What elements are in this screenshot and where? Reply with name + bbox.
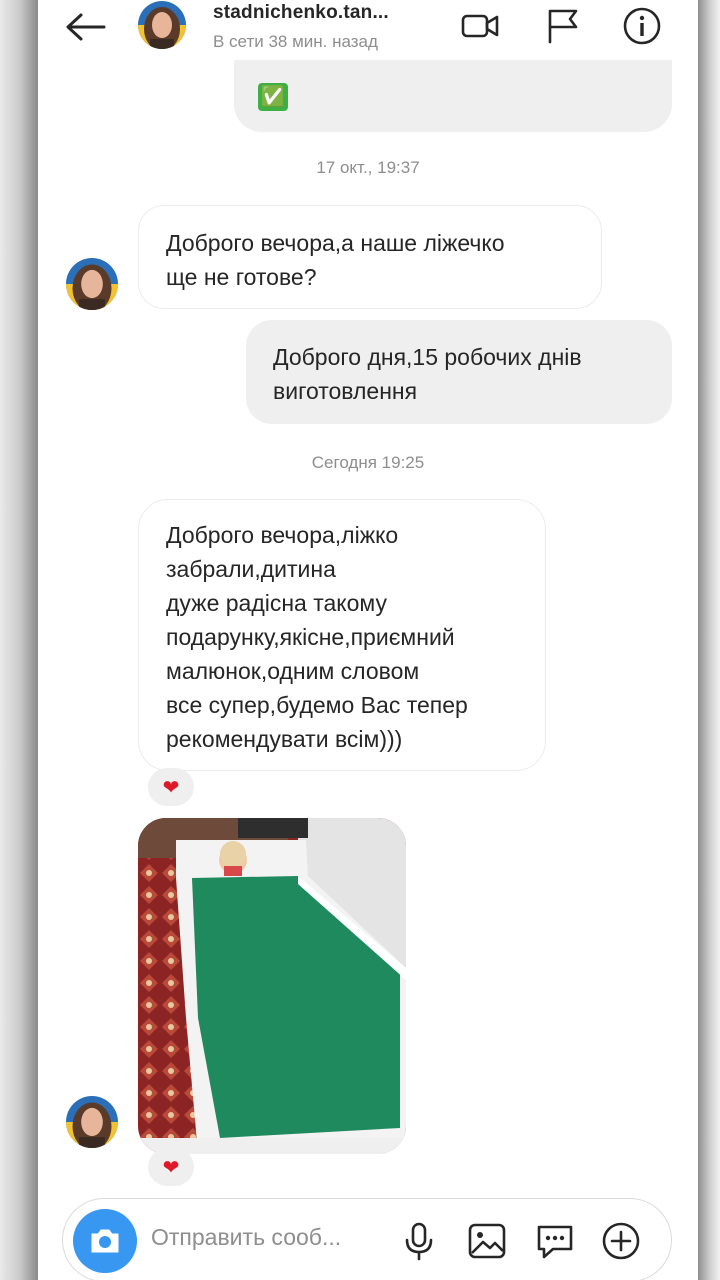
back-arrow-icon[interactable] xyxy=(64,12,108,42)
message-line: Доброго дня,15 робочих днів xyxy=(273,344,582,370)
message-line: дуже радісна такому xyxy=(166,590,387,616)
message-line: подарунку,якісне,приємний xyxy=(166,624,455,650)
message-line: ще не готове? xyxy=(166,264,317,290)
bed-photo xyxy=(138,818,406,1154)
camera-icon xyxy=(91,1229,119,1253)
timestamp: 17 окт., 19:37 xyxy=(316,158,420,177)
online-status: В сети 38 мин. назад xyxy=(213,32,378,51)
gallery-icon[interactable] xyxy=(465,1219,509,1263)
message-input[interactable]: Отправить сооб... xyxy=(151,1224,341,1251)
camera-button[interactable] xyxy=(73,1209,137,1273)
microphone-icon[interactable] xyxy=(397,1219,441,1263)
message-line: рекомендувати всім))) xyxy=(166,726,403,752)
video-call-icon[interactable] xyxy=(460,6,500,46)
add-plus-icon[interactable] xyxy=(599,1219,643,1263)
info-icon[interactable] xyxy=(622,6,662,46)
check-emoji: ✅ xyxy=(258,83,288,111)
message-incoming[interactable]: Доброго вечора,а наше ліжечко ще не гото… xyxy=(138,205,602,309)
chat-header: stadnichenko.tan... В сети 38 мин. назад xyxy=(38,0,698,60)
avatar[interactable] xyxy=(66,258,118,310)
heart-reaction[interactable]: ❤ xyxy=(148,768,194,806)
message-line: забрали,дитина xyxy=(166,556,336,582)
photo-message[interactable] xyxy=(138,818,406,1154)
message-incoming[interactable]: Доброго вечора,ліжко забрали,дитина дуже… xyxy=(138,499,546,771)
message-line: все супер,будемо Вас тепер xyxy=(166,692,468,718)
message-line: Доброго вечора,ліжко xyxy=(166,522,399,548)
message-line: малюнок,одним словом xyxy=(166,658,420,684)
chat-bubble-icon[interactable] xyxy=(533,1219,577,1263)
chat-username[interactable]: stadnichenko.tan... xyxy=(213,2,389,24)
chat-screen: stadnichenko.tan... В сети 38 мин. назад… xyxy=(38,0,698,1280)
avatar[interactable] xyxy=(138,1,186,49)
avatar[interactable] xyxy=(66,1096,118,1148)
message-composer: Отправить сооб... xyxy=(62,1198,672,1280)
timestamp: Сегодня 19:25 xyxy=(311,453,425,472)
message-outgoing[interactable]: Доброго дня,15 робочих днів виготовлення xyxy=(246,320,672,424)
message-line: Доброго вечора,а наше ліжечко xyxy=(166,230,505,256)
heart-reaction[interactable]: ❤ xyxy=(148,1148,194,1186)
flag-icon[interactable] xyxy=(542,6,582,46)
message-line: виготовлення xyxy=(273,378,418,404)
